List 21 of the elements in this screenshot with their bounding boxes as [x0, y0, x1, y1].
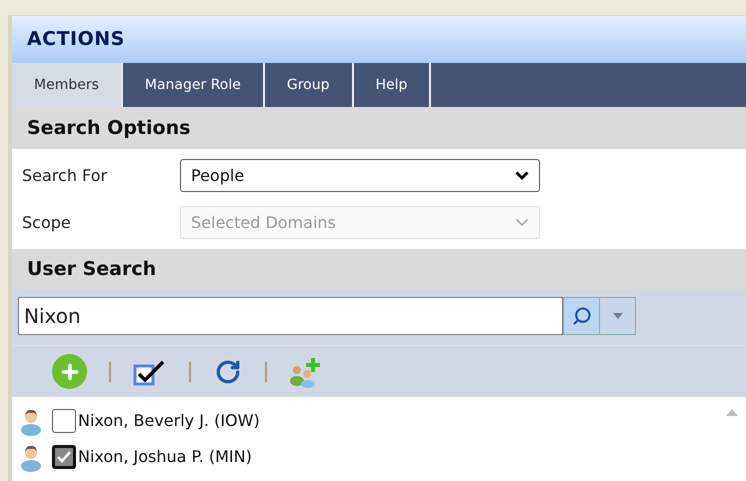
field-label: Search For: [21, 164, 108, 186]
dropdown[interactable]: People: [180, 159, 540, 192]
checkbox[interactable]: [52, 445, 76, 469]
chevron-icon: [515, 171, 529, 180]
check-icon: [57, 451, 71, 463]
search-icon: [572, 306, 592, 326]
result-name[interactable]: Nixon, Beverly J. (IOW): [78, 409, 260, 433]
search-field[interactable]: Nixon: [18, 297, 563, 335]
chevron-icon: [515, 218, 529, 227]
caret-icon: [612, 313, 622, 319]
checkbox[interactable]: [52, 409, 76, 433]
field-label: Scope: [21, 212, 72, 234]
section-title: Search Options: [27, 116, 190, 141]
refresh-icon: [215, 358, 241, 384]
tab[interactable]: Members: [12, 63, 123, 107]
section-title: User Search: [27, 256, 156, 282]
scroll-up-icon: [726, 409, 738, 416]
result-name[interactable]: Nixon, Joshua P. (MIN): [78, 445, 252, 469]
add-users-icon: [289, 356, 323, 388]
panel-title: ACTIONS: [27, 27, 125, 52]
search-button[interactable]: [563, 297, 600, 335]
